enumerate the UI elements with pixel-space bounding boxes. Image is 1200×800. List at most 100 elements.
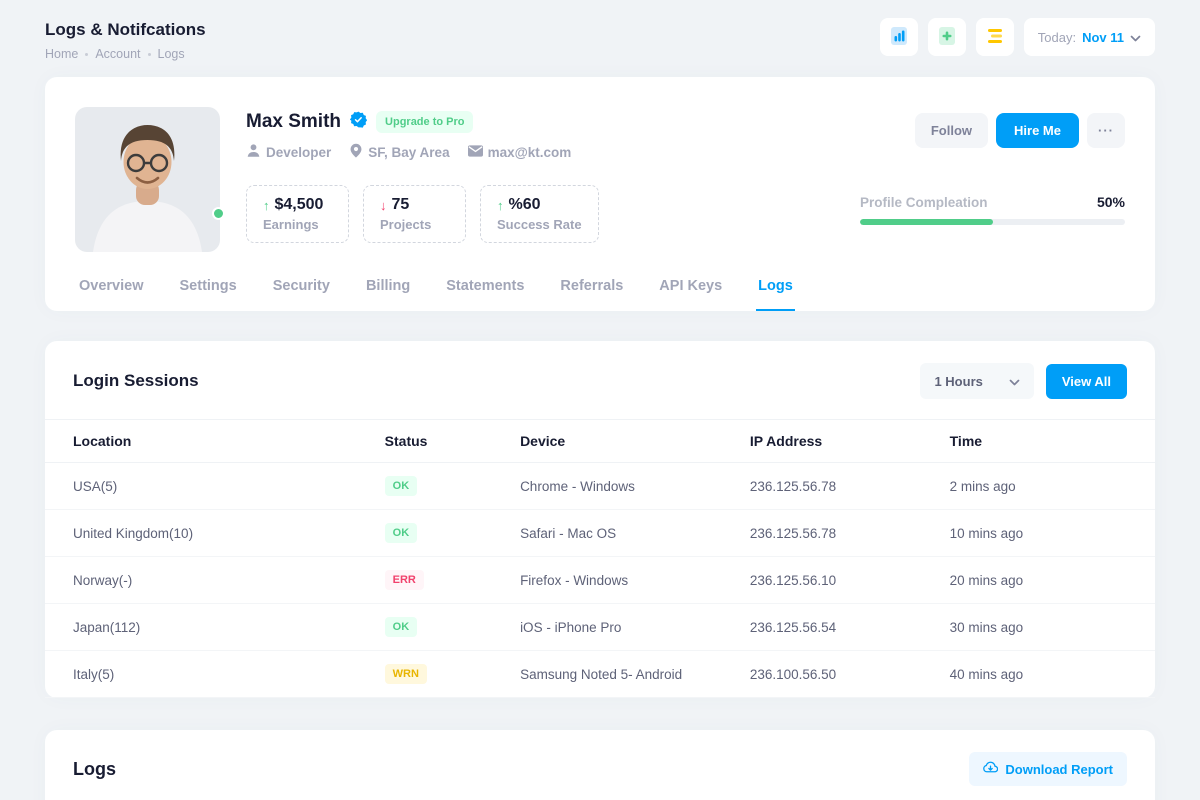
file-list-icon [984,25,1006,50]
upgrade-to-pro-badge[interactable]: Upgrade to Pro [376,111,473,133]
logs-title: Logs [73,759,116,780]
profile-person-icon [246,143,261,161]
stat-success-rate: %60 Success Rate [480,185,599,243]
sessions-table: Location Status Device IP Address Time U… [45,419,1155,698]
sessions-filter-select[interactable]: 1 Hours [920,363,1033,399]
stat-earnings-value: $4,500 [275,196,324,214]
tab-api-keys[interactable]: API Keys [657,270,724,311]
toolbar-right: Today: Nov 11 [880,18,1155,56]
stat-success-rate-label: Success Rate [497,217,582,232]
arrow-down-icon [380,198,387,213]
breadcrumb-separator [148,53,151,56]
profile-email[interactable]: max@kt.com [468,145,572,160]
profile-email-label: max@kt.com [488,145,572,160]
logs-card: Logs Download Report 500 ERR POST /v1/in… [45,730,1155,800]
stat-projects-label: Projects [380,217,449,232]
session-ip: 236.125.56.54 [750,604,950,651]
col-device: Device [520,420,750,463]
date-picker-button[interactable]: Today: Nov 11 [1024,18,1155,56]
status-badge: ERR [385,570,424,590]
session-time: 40 mins ago [950,651,1155,698]
tab-referrals[interactable]: Referrals [558,270,625,311]
session-location: United Kingdom(10) [45,510,385,557]
view-all-button[interactable]: View All [1046,364,1127,399]
col-time: Time [950,420,1155,463]
toolbar: Logs & Notifcations Home Account Logs [45,18,1155,61]
tab-statements[interactable]: Statements [444,270,526,311]
session-row: Japan(112) OK iOS - iPhone Pro 236.125.5… [45,604,1155,651]
session-device: Chrome - Windows [520,463,750,510]
profile-main: Max Smith Upgrade to Pro Developer [246,107,834,252]
login-sessions-title: Login Sessions [73,371,199,391]
tab-security[interactable]: Security [271,270,332,311]
session-device: Safari - Mac OS [520,510,750,557]
profile-completion-percent: 50% [1097,194,1125,210]
arrow-up-icon [263,198,270,213]
profile-location[interactable]: SF, Bay Area [349,143,449,161]
session-row: United Kingdom(10) OK Safari - Mac OS 23… [45,510,1155,557]
session-ip: 236.125.56.10 [750,557,950,604]
toolbar-left: Logs & Notifcations Home Account Logs [45,18,206,61]
profile-stats: $4,500 Earnings 75 Projects [246,185,834,243]
breadcrumb-separator [85,53,88,56]
download-report-button[interactable]: Download Report [969,752,1127,786]
stat-projects-value: 75 [392,196,410,214]
avatar-photo [75,107,220,252]
progress-fill [860,219,993,225]
session-location: Italy(5) [45,651,385,698]
profile-right: Follow Hire Me ··· Profile Compleation 5… [860,107,1125,252]
profile-completion: Profile Compleation 50% [860,194,1125,225]
more-options-button[interactable]: ··· [1087,113,1125,148]
session-ip: 236.125.56.78 [750,510,950,557]
breadcrumb-account[interactable]: Account [95,47,140,61]
progress-track [860,219,1125,225]
status-badge: OK [385,617,418,637]
session-location: Japan(112) [45,604,385,651]
session-device: Firefox - Windows [520,557,750,604]
file-chart-button[interactable] [880,18,918,56]
arrow-up-icon [497,198,504,213]
sessions-filter-value: 1 Hours [934,374,982,389]
mail-icon [468,145,483,160]
verified-badge-icon [350,111,367,133]
page: Logs & Notifcations Home Account Logs [0,0,1200,800]
profile-role[interactable]: Developer [246,143,331,161]
tab-logs[interactable]: Logs [756,270,795,311]
col-ip-address: IP Address [750,420,950,463]
status-badge: OK [385,476,418,496]
file-chart-icon [888,25,910,50]
session-device: iOS - iPhone Pro [520,604,750,651]
session-row: Italy(5) WRN Samsung Noted 5- Android 23… [45,651,1155,698]
profile-completion-label: Profile Compleation [860,195,988,210]
tab-billing[interactable]: Billing [364,270,412,311]
profile-location-label: SF, Bay Area [368,145,449,160]
chevron-down-icon [1130,30,1141,45]
profile-tabs: Overview Settings Security Billing State… [75,270,1125,311]
follow-button[interactable]: Follow [915,113,988,148]
file-add-button[interactable] [928,18,966,56]
file-list-button[interactable] [976,18,1014,56]
session-location: USA(5) [45,463,385,510]
breadcrumb-logs[interactable]: Logs [158,47,185,61]
sessions-header-row: Location Status Device IP Address Time [45,420,1155,463]
stat-projects: 75 Projects [363,185,466,243]
stat-earnings: $4,500 Earnings [246,185,349,243]
tab-overview[interactable]: Overview [77,270,146,311]
online-status-dot [212,207,225,220]
session-time: 30 mins ago [950,604,1155,651]
download-report-label: Download Report [1005,762,1113,777]
avatar [75,107,220,252]
tab-settings[interactable]: Settings [178,270,239,311]
session-time: 2 mins ago [950,463,1155,510]
session-time: 20 mins ago [950,557,1155,604]
page-title: Logs & Notifcations [45,20,206,40]
col-location: Location [45,420,385,463]
geolocation-pin-icon [349,143,363,161]
profile-role-label: Developer [266,145,331,160]
cloud-download-icon [983,761,998,777]
hire-me-button[interactable]: Hire Me [996,113,1079,148]
profile-name: Max Smith [246,111,341,133]
session-ip: 236.100.56.50 [750,651,950,698]
breadcrumb-home[interactable]: Home [45,47,78,61]
chevron-down-icon [1009,374,1020,389]
